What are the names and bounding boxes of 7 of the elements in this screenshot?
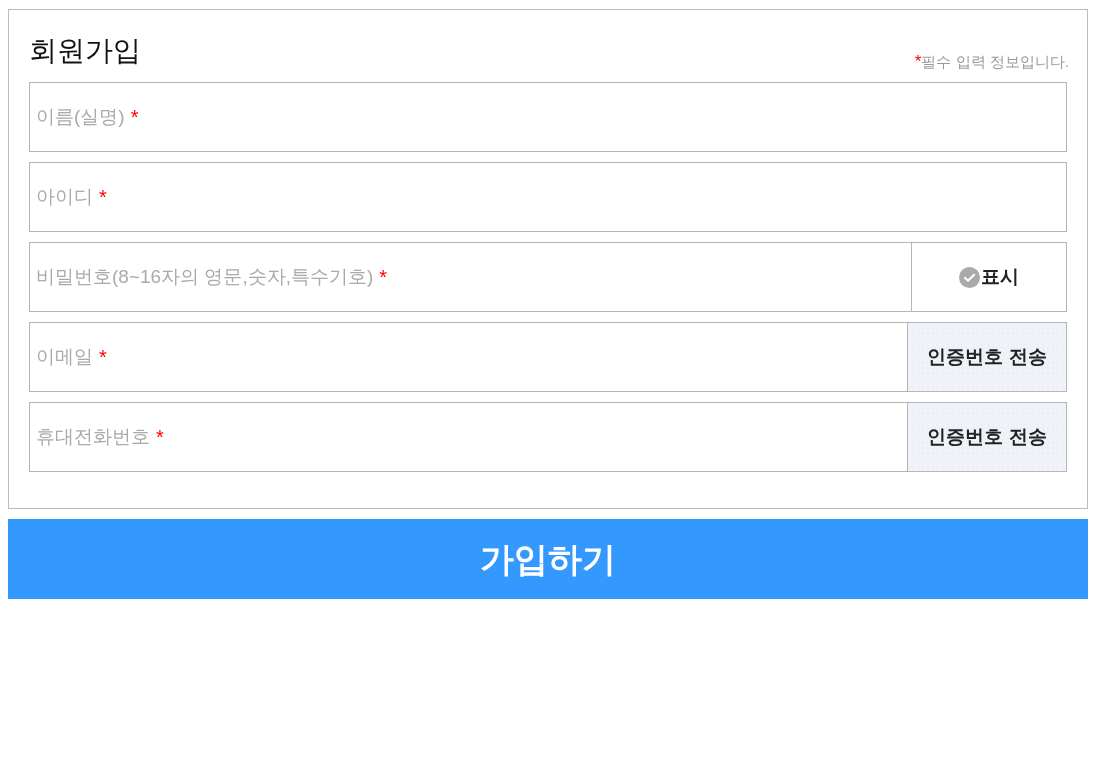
input-field[interactable]: 이름(실명) *: [30, 83, 1066, 151]
input-field[interactable]: 아이디 *: [30, 163, 1066, 231]
required-mark: *: [99, 185, 107, 210]
form-title: 회원가입: [29, 34, 141, 68]
required-mark: *: [130, 105, 139, 130]
required-info-note: *필수 입력 정보입니다.: [914, 52, 1069, 72]
signup-button[interactable]: 가입하기: [8, 519, 1088, 599]
